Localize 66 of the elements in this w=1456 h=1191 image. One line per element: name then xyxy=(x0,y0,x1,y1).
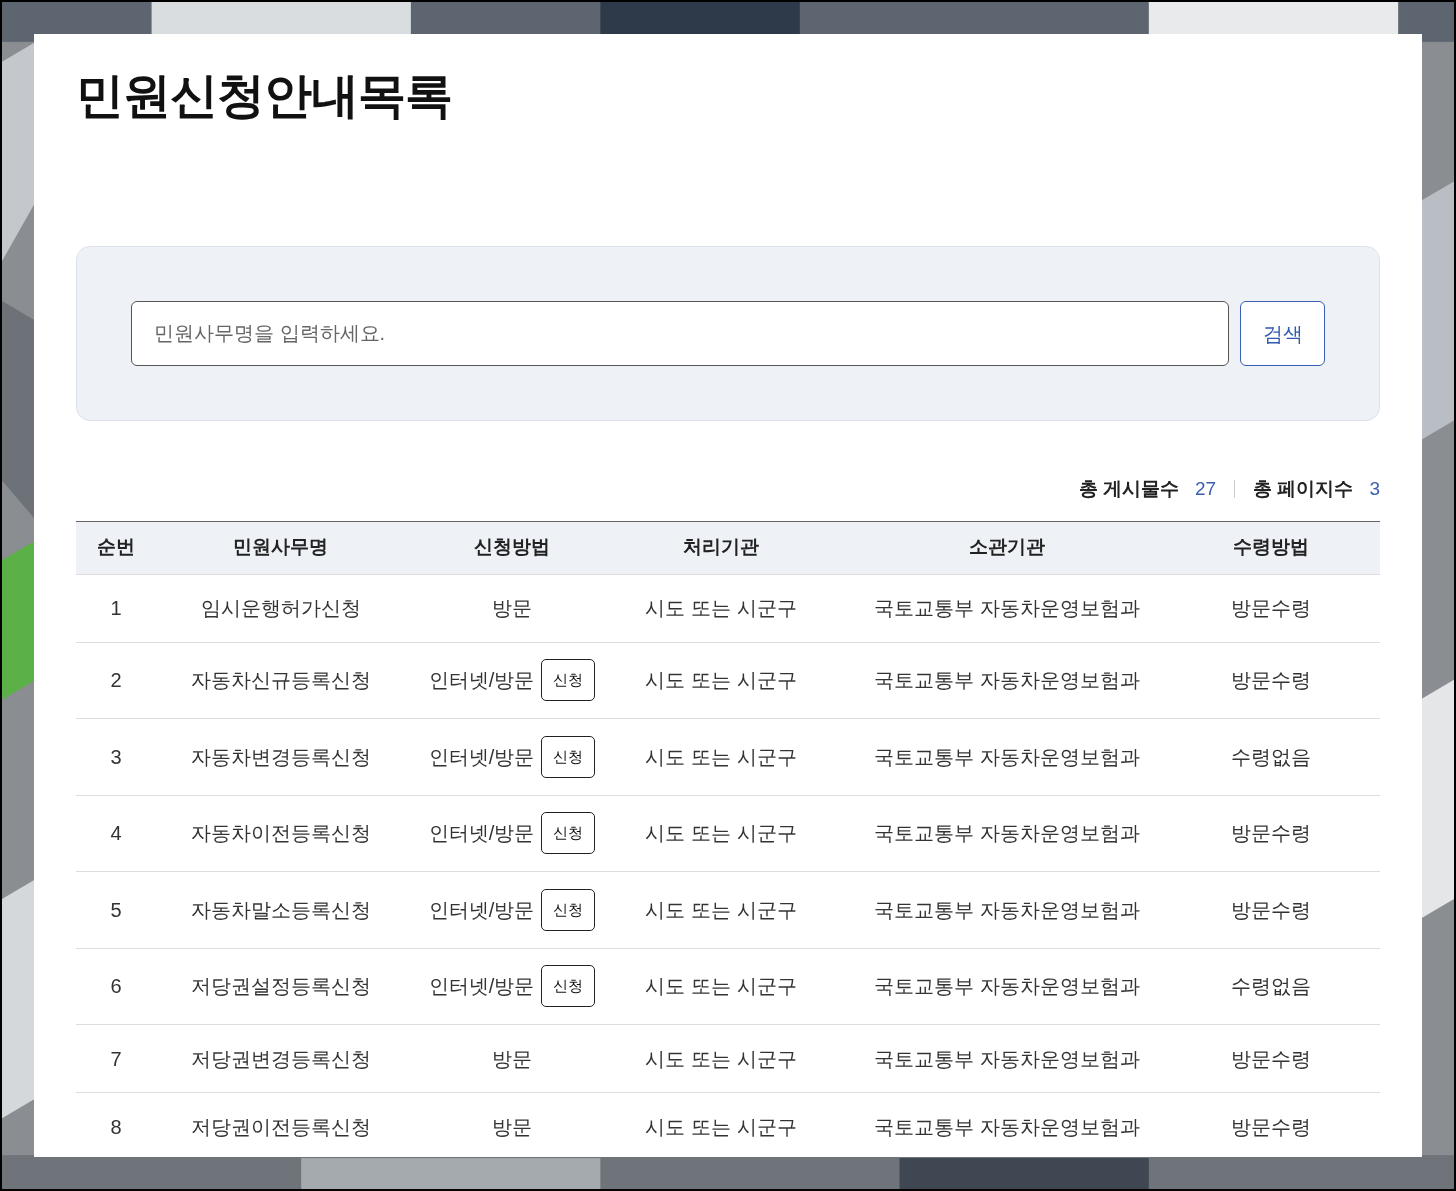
total-posts-count: 27 xyxy=(1195,477,1217,501)
table-cell-text: 국토교통부 자동차운영보험과 xyxy=(874,1046,1140,1072)
table-cell-text: 국토교통부 자동차운영보험과 xyxy=(874,744,1140,770)
column-header: 순번 xyxy=(97,535,135,560)
column-header: 소관기관 xyxy=(969,535,1045,560)
table-cell-text: 4 xyxy=(110,821,122,847)
table-cell-text: 방문수령 xyxy=(1230,821,1311,847)
table-cell-text: 시도 또는 시군구 xyxy=(645,974,797,1000)
table-cell-text: 시도 또는 시군구 xyxy=(645,897,797,923)
table-cell-text: 시도 또는 시군구 xyxy=(645,596,797,621)
total-posts-label: 총 게시물수 xyxy=(1078,477,1179,501)
table-cell-text: 3 xyxy=(110,744,122,770)
table-cell-text: 2 xyxy=(110,668,122,694)
table-cell-text: 수령없음 xyxy=(1230,974,1311,1000)
table-cell-text: 방문수령 xyxy=(1230,596,1311,621)
table-cell-text: 5 xyxy=(110,897,122,923)
table-cell-text: 방문수령 xyxy=(1230,668,1311,694)
table-cell-text: 저당권이전등록신청 xyxy=(190,1114,371,1140)
apply-button[interactable]: 신청 xyxy=(541,888,596,931)
column-header: 민원사무명 xyxy=(233,535,328,560)
table-cell-text: 인터넷/방문 xyxy=(428,974,535,1000)
table-cell-text: 시도 또는 시군구 xyxy=(645,1114,797,1140)
column-header: 신청방법 xyxy=(474,535,550,560)
table-cell-text: 6 xyxy=(110,974,122,1000)
table-cell-text: 국토교통부 자동차운영보험과 xyxy=(874,821,1140,847)
apply-button[interactable]: 신청 xyxy=(541,659,596,702)
table-cell-text: 인터넷/방문 xyxy=(428,668,535,694)
table-cell-text: 시도 또는 시군구 xyxy=(645,668,797,694)
table-cell-text: 저당권변경등록신청 xyxy=(190,1046,371,1072)
table-cell-text: 자동차말소등록신청 xyxy=(190,897,371,923)
table-cell-text: 방문수령 xyxy=(1230,1114,1311,1140)
total-pages-label: 총 페이지수 xyxy=(1253,477,1354,501)
table-cell-text: 수령없음 xyxy=(1230,744,1311,770)
column-header: 수령방법 xyxy=(1232,535,1309,560)
table-cell-text: 자동차이전등록신청 xyxy=(190,821,371,847)
table-cell-text: 8 xyxy=(110,1114,122,1140)
table-cell-text: 자동차변경등록신청 xyxy=(190,744,371,770)
search-field[interactable]: 민원사무명을 입력하세요. xyxy=(131,301,1229,366)
table-cell-text: 국토교통부 자동차운영보험과 xyxy=(874,974,1140,1000)
page-title: 민원신청안내목록 xyxy=(76,68,452,124)
column-header: 처리기관 xyxy=(683,535,759,560)
table-cell-text: 7 xyxy=(110,1046,122,1072)
table-cell-text: 인터넷/방문 xyxy=(428,744,535,770)
table-cell-text: 임시운행허가신청 xyxy=(200,596,361,621)
table-cell-text: 자동차신규등록신청 xyxy=(190,668,371,694)
table-cell-text: 방문 xyxy=(492,1114,532,1140)
search-button[interactable]: 검색 xyxy=(1240,301,1325,366)
table-cell-text: 방문수령 xyxy=(1230,1046,1311,1072)
table-cell-text: 방문 xyxy=(492,596,532,621)
table-cell-text: 인터넷/방문 xyxy=(428,821,535,847)
table-cell-text: 시도 또는 시군구 xyxy=(645,1046,797,1072)
table-cell-text: 국토교통부 자동차운영보험과 xyxy=(874,668,1140,694)
table-cell-text: 1 xyxy=(110,596,122,621)
table-cell-text: 국토교통부 자동차운영보험과 xyxy=(874,1114,1140,1140)
table-cell-text: 국토교통부 자동차운영보험과 xyxy=(874,897,1140,923)
table-cell-text: 방문 xyxy=(492,1046,532,1072)
table-cell-text: 인터넷/방문 xyxy=(428,897,535,923)
table-cell-text: 시도 또는 시군구 xyxy=(645,744,797,770)
table-cell-text: 방문수령 xyxy=(1230,897,1311,923)
table-cell-text: 저당권설정등록신청 xyxy=(190,974,371,1000)
apply-button[interactable]: 신청 xyxy=(541,965,596,1008)
table-cell-text: 시도 또는 시군구 xyxy=(645,821,797,847)
table-cell-text: 국토교통부 자동차운영보험과 xyxy=(874,596,1140,621)
apply-button[interactable]: 신청 xyxy=(541,735,596,778)
total-pages-count: 3 xyxy=(1369,477,1380,501)
apply-button[interactable]: 신청 xyxy=(541,812,596,855)
